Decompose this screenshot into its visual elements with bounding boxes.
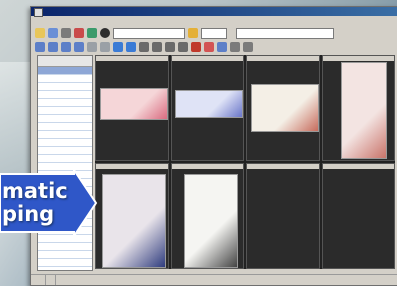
color-icon[interactable]: [204, 42, 214, 52]
thumbnail-caption: [96, 164, 168, 169]
save-icon[interactable]: [48, 28, 58, 38]
status-page-info: [45, 275, 49, 285]
thumbnail-caption: [247, 164, 319, 169]
export-icon[interactable]: [217, 42, 227, 52]
thumbnail-caption: [322, 56, 394, 61]
rotate-left-icon[interactable]: [113, 42, 123, 52]
rotate-right-icon[interactable]: [126, 42, 136, 52]
list-item[interactable]: [38, 139, 92, 147]
scanned-document[interactable]: [251, 84, 319, 132]
zoom-out-icon[interactable]: [100, 42, 110, 52]
status-zoom: [55, 275, 59, 285]
open-folder-icon[interactable]: [35, 28, 45, 38]
folder-icon[interactable]: [188, 28, 198, 38]
thumbnail-cell[interactable]: [246, 55, 320, 161]
layout-grid-icon[interactable]: [61, 42, 71, 52]
search-icon[interactable]: [100, 28, 110, 38]
crop-icon[interactable]: [139, 42, 149, 52]
list-item[interactable]: [38, 75, 92, 83]
file-list-pane: [37, 55, 93, 271]
callout-line-2: ping: [2, 202, 55, 226]
list-item[interactable]: [38, 123, 92, 131]
menu-bar: [31, 16, 397, 26]
zoom-select[interactable]: [201, 27, 227, 39]
thumbnail-caption: [247, 56, 319, 61]
layout-double-icon[interactable]: [48, 42, 58, 52]
list-item[interactable]: [38, 99, 92, 107]
thumbnail-cell[interactable]: [95, 163, 169, 269]
thumbnail-cell[interactable]: [170, 55, 244, 161]
scanned-document[interactable]: [102, 174, 166, 268]
list-item[interactable]: [38, 107, 92, 115]
thumbnail-cell[interactable]: [246, 163, 320, 269]
list-item[interactable]: [38, 67, 92, 75]
app-window: [30, 6, 397, 286]
list-item[interactable]: [38, 155, 92, 163]
list-item[interactable]: [38, 91, 92, 99]
scanned-document[interactable]: [100, 88, 168, 120]
thumbnail-caption: [322, 164, 394, 169]
scanned-document[interactable]: [174, 90, 243, 118]
info-icon[interactable]: [243, 42, 253, 52]
print-icon[interactable]: [61, 28, 71, 38]
delete-icon[interactable]: [191, 42, 201, 52]
list-item[interactable]: [38, 235, 92, 243]
list-item[interactable]: [38, 251, 92, 259]
scanned-document[interactable]: [340, 62, 387, 159]
thumbnail-cell[interactable]: [170, 163, 244, 269]
thumbnail-caption: [171, 56, 243, 61]
callout-text: matic ping: [2, 180, 68, 226]
toolbar-view: [31, 40, 397, 54]
zoom-in-icon[interactable]: [87, 42, 97, 52]
list-item[interactable]: [38, 131, 92, 139]
thumbnail-cell[interactable]: [95, 55, 169, 161]
list-item[interactable]: [38, 259, 92, 267]
thumbnail-cell[interactable]: [321, 163, 395, 269]
thumbnail-grid: [95, 55, 395, 269]
thumbnail-cell[interactable]: [321, 55, 395, 161]
toolbar-top: [31, 26, 397, 40]
app-icon: [34, 8, 43, 17]
thumbnail-caption: [171, 164, 243, 169]
merge-icon[interactable]: [178, 42, 188, 52]
list-item[interactable]: [38, 243, 92, 251]
list-item[interactable]: [38, 83, 92, 91]
thumbnail-caption: [96, 56, 168, 61]
scan-icon[interactable]: [74, 28, 84, 38]
deskew-icon[interactable]: [152, 42, 162, 52]
file-list-header: [38, 56, 92, 67]
settings-icon[interactable]: [87, 28, 97, 38]
list-item[interactable]: [38, 147, 92, 155]
properties-icon[interactable]: [230, 42, 240, 52]
layout-list-icon[interactable]: [74, 42, 84, 52]
layout-single-icon[interactable]: [35, 42, 45, 52]
status-bar: [31, 274, 397, 285]
title-bar: [31, 7, 397, 17]
callout-line-1: matic: [2, 179, 68, 203]
search-input[interactable]: [113, 27, 185, 39]
split-icon[interactable]: [165, 42, 175, 52]
scanned-document[interactable]: [183, 174, 238, 268]
list-item[interactable]: [38, 115, 92, 123]
path-field[interactable]: [236, 27, 334, 39]
